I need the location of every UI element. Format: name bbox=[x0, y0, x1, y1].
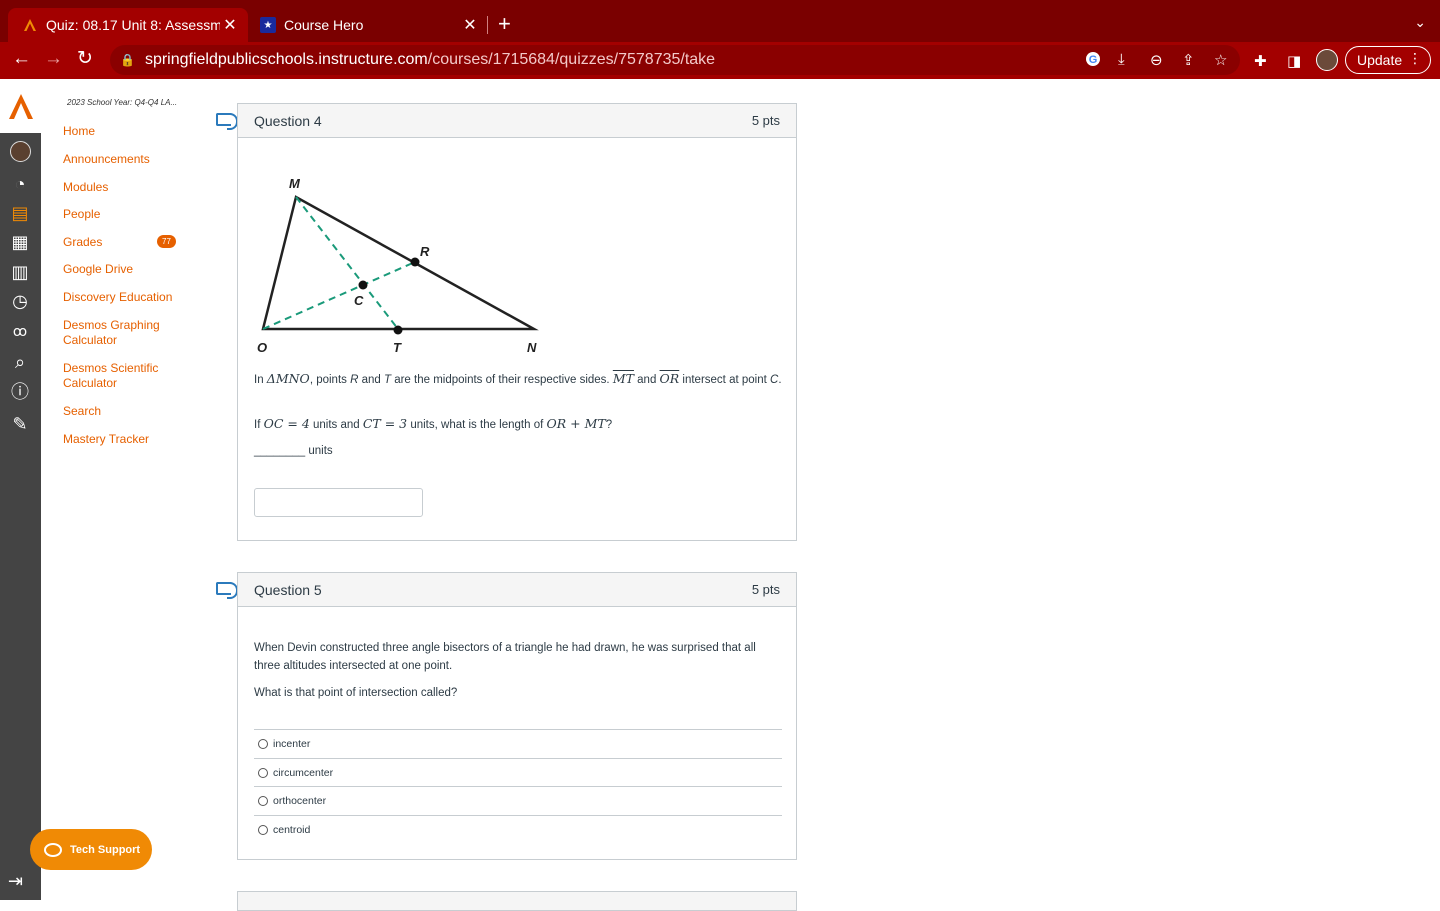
question-title: Question 4 bbox=[254, 112, 322, 129]
question-header: Question 4 5 pts bbox=[238, 104, 796, 138]
nav-home[interactable]: Home bbox=[63, 124, 193, 139]
tab-divider bbox=[487, 16, 488, 34]
nav-google-drive[interactable]: Google Drive bbox=[63, 262, 193, 277]
star-icon: ★ bbox=[260, 17, 276, 33]
question-4-prompt: If OC = 4 units and CT = 3 units, what i… bbox=[254, 416, 613, 431]
canvas-logo[interactable] bbox=[0, 79, 41, 133]
google-icon[interactable]: G bbox=[1085, 51, 1101, 71]
radio-button[interactable] bbox=[258, 825, 268, 835]
nav-discovery-education[interactable]: Discovery Education bbox=[63, 290, 193, 305]
close-icon[interactable]: ✕ bbox=[460, 15, 480, 35]
tech-support-button[interactable]: Tech Support bbox=[30, 829, 152, 870]
address-bar[interactable]: 🔒 springfieldpublicschools.instructure.c… bbox=[110, 45, 1240, 75]
browser-toolbar: ← → ↻ 🔒 springfieldpublicschools.instruc… bbox=[0, 42, 1440, 79]
option-label: centroid bbox=[273, 824, 311, 836]
install-icon[interactable]: ⤓ bbox=[1118, 51, 1125, 68]
label-t: T bbox=[393, 340, 402, 355]
reload-icon[interactable]: ↻ bbox=[77, 48, 93, 70]
question-4-text: In ΔMNO, points R and T are the midpoint… bbox=[254, 371, 782, 386]
chat-bubble-icon bbox=[44, 842, 62, 857]
label-r: R bbox=[420, 244, 430, 259]
nav-search[interactable]: Search bbox=[63, 404, 193, 419]
answer-option[interactable]: orthocenter bbox=[254, 786, 782, 815]
update-button[interactable]: Update ⋮ bbox=[1345, 46, 1431, 74]
profile-avatar[interactable] bbox=[1316, 49, 1338, 71]
grades-badge: 77 bbox=[157, 235, 176, 248]
url-text: springfieldpublicschools.instructure.com… bbox=[144, 51, 716, 68]
global-nav: ◔ ▤ ▦ ▥ ◷ ꝏ ⌕ ⓘ ✎ ⇥ bbox=[0, 79, 41, 900]
question-5: Question 5 5 pts When Devin constructed … bbox=[237, 572, 797, 860]
new-tab-icon[interactable]: + bbox=[498, 12, 511, 36]
back-icon[interactable]: ← bbox=[12, 48, 31, 70]
answer-option[interactable]: incenter bbox=[254, 729, 782, 758]
question-5-prompt: What is that point of intersection calle… bbox=[254, 687, 458, 699]
chevron-down-icon[interactable]: ⌄ bbox=[1414, 14, 1426, 31]
triangle-figure: M R C O T N bbox=[257, 176, 539, 355]
answer-option[interactable]: circumcenter bbox=[254, 758, 782, 787]
nav-desmos-scientific[interactable]: Desmos Scientific Calculator bbox=[63, 361, 193, 391]
question-5-text: When Devin constructed three angle bisec… bbox=[254, 642, 756, 672]
option-label: circumcenter bbox=[273, 767, 334, 779]
tab-course-hero[interactable]: ★ Course Hero ✕ bbox=[250, 8, 488, 42]
bookmark-star-icon[interactable]: ☆ bbox=[1214, 51, 1227, 69]
pin-icon[interactable]: ✎ bbox=[6, 412, 34, 436]
tab-title: Quiz: 08.17 Unit 8: Assessmen bbox=[46, 17, 220, 33]
inbox-icon[interactable]: ▥ bbox=[6, 260, 34, 284]
question-4-blank: ________ units bbox=[254, 445, 333, 457]
browser-tab-bar: Quiz: 08.17 Unit 8: Assessmen ✕ ★ Course… bbox=[0, 0, 1440, 42]
label-c: C bbox=[354, 293, 364, 308]
tab-title: Course Hero bbox=[284, 17, 364, 33]
extensions-icon[interactable]: ✚ bbox=[1254, 52, 1267, 70]
answer-option[interactable]: centroid bbox=[254, 815, 782, 844]
collapse-nav-icon[interactable]: ⇥ bbox=[8, 871, 23, 892]
history-icon[interactable]: ◷ bbox=[6, 289, 34, 313]
side-panel-icon[interactable]: ◨ bbox=[1287, 52, 1301, 70]
help-icon[interactable]: ⓘ bbox=[6, 380, 34, 404]
label-o: O bbox=[257, 340, 267, 355]
svg-text:G: G bbox=[1089, 54, 1098, 66]
share-icon[interactable]: ⇪ bbox=[1182, 51, 1195, 69]
flag-question-icon[interactable] bbox=[216, 582, 238, 599]
label-n: N bbox=[527, 340, 537, 355]
lock-icon: 🔒 bbox=[120, 53, 135, 67]
zoom-icon[interactable]: ⊖ bbox=[1150, 51, 1163, 69]
answer-input[interactable] bbox=[254, 488, 423, 517]
commons-icon[interactable]: ꝏ bbox=[6, 319, 34, 343]
radio-button[interactable] bbox=[258, 796, 268, 806]
radio-button[interactable] bbox=[258, 739, 268, 749]
courses-icon[interactable]: ▤ bbox=[6, 201, 34, 225]
nav-people[interactable]: People bbox=[63, 207, 193, 222]
nav-desmos-graphing[interactable]: Desmos Graphing Calculator bbox=[63, 318, 193, 348]
forward-icon[interactable]: → bbox=[44, 48, 63, 70]
course-nav: 2023 School Year: Q4-Q4 LA... Home Annou… bbox=[30, 79, 211, 900]
canvas-icon bbox=[22, 17, 38, 33]
option-label: incenter bbox=[273, 738, 311, 750]
radio-button[interactable] bbox=[258, 768, 268, 778]
flag-question-icon[interactable] bbox=[216, 113, 238, 130]
question-4: Question 4 5 pts M R C O T N In ΔMNO, po… bbox=[237, 103, 797, 541]
question-title: Question 5 bbox=[254, 581, 322, 598]
dashboard-icon[interactable]: ◔ bbox=[6, 172, 34, 196]
update-label: Update bbox=[1357, 52, 1403, 68]
account-avatar[interactable] bbox=[10, 141, 31, 162]
question-header: Question 5 5 pts bbox=[238, 573, 796, 607]
tech-support-label: Tech Support bbox=[70, 843, 141, 856]
nav-modules[interactable]: Modules bbox=[63, 180, 193, 195]
tab-quiz[interactable]: Quiz: 08.17 Unit 8: Assessmen ✕ bbox=[8, 8, 248, 42]
nav-mastery-tracker[interactable]: Mastery Tracker bbox=[63, 432, 193, 447]
question-points: 5 pts bbox=[751, 582, 780, 597]
more-icon[interactable]: ⋮ bbox=[1408, 50, 1422, 67]
breadcrumb[interactable]: 2023 School Year: Q4-Q4 LA... bbox=[67, 98, 177, 107]
question-6-header bbox=[237, 891, 797, 911]
calendar-icon[interactable]: ▦ bbox=[6, 230, 34, 254]
label-m: M bbox=[289, 176, 301, 191]
nav-announcements[interactable]: Announcements bbox=[63, 152, 193, 167]
search-icon[interactable]: ⌕ bbox=[6, 350, 34, 374]
close-icon[interactable]: ✕ bbox=[220, 15, 240, 35]
option-label: orthocenter bbox=[273, 795, 327, 807]
question-points: 5 pts bbox=[751, 113, 780, 128]
